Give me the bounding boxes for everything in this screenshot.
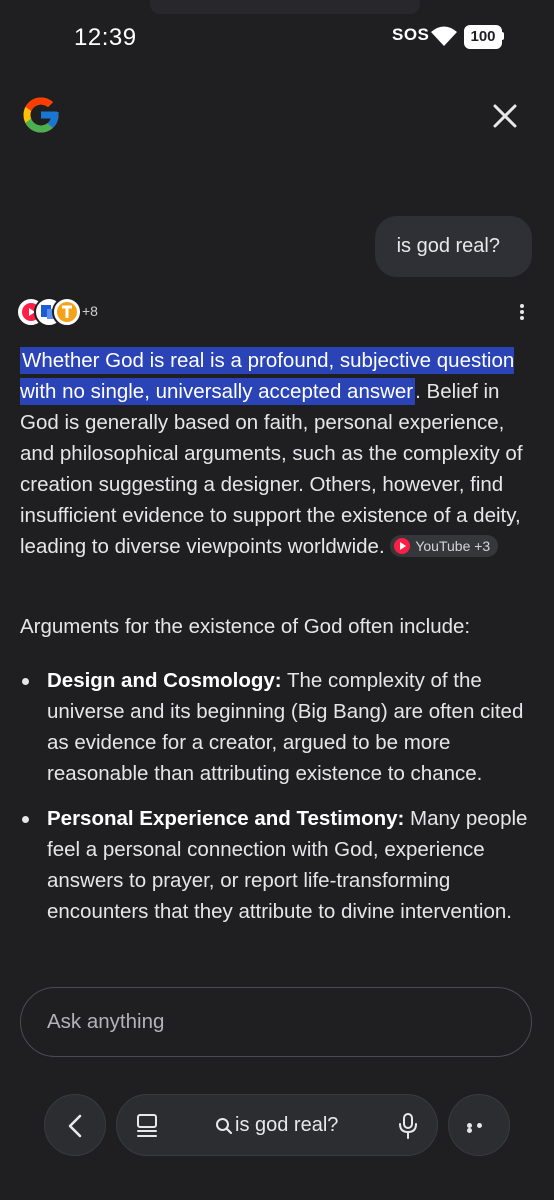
answer-paragraph: Whether God is real is a profound, subje… [20, 345, 540, 562]
close-button[interactable] [487, 98, 523, 134]
wifi-icon [431, 26, 457, 46]
back-button[interactable] [44, 1094, 106, 1156]
youtube-icon [394, 538, 411, 554]
status-bar: 12:39 SOS 100 [0, 0, 554, 70]
google-g-icon [23, 97, 59, 133]
answer-body: . Belief in God is generally based on fa… [20, 380, 523, 558]
list-item: Design and Cosmology: The complexity of … [20, 665, 530, 789]
youtube-source-chip[interactable]: YouTube +3 [390, 535, 499, 557]
sos-indicator: SOS [392, 25, 430, 44]
bottom-toolbar: is god real? [0, 1094, 554, 1158]
arguments-intro: Arguments for the existence of God often… [20, 615, 471, 638]
search-icon [216, 1118, 233, 1135]
status-time: 12:39 [74, 24, 137, 51]
orange-t-icon [52, 297, 82, 327]
bullet-title: Design and Cosmology: [47, 669, 282, 692]
tabs-icon[interactable] [135, 1113, 159, 1139]
more-options-icon[interactable] [512, 302, 532, 324]
mic-icon[interactable] [397, 1112, 419, 1140]
camera-notch [150, 0, 420, 14]
sources-count: +8 [82, 303, 98, 319]
search-query-text: is god real? [235, 1114, 339, 1136]
search-pill[interactable]: is god real? [116, 1094, 438, 1156]
chevron-left-icon [68, 1114, 82, 1138]
chip-label: YouTube +3 [415, 538, 491, 554]
arguments-list: Design and Cosmology: The complexity of … [20, 665, 530, 941]
battery-icon: 100 [464, 25, 504, 49]
sources-button[interactable]: +8 [16, 297, 136, 327]
battery-level: 100 [464, 25, 502, 49]
more-button[interactable] [448, 1094, 510, 1156]
ask-anything-input[interactable]: Ask anything [20, 987, 532, 1057]
more-icon [467, 1123, 493, 1133]
bullet-title: Personal Experience and Testimony: [47, 807, 405, 830]
list-item: Personal Experience and Testimony: Many … [20, 803, 530, 927]
user-query-bubble: is god real? [374, 216, 532, 277]
